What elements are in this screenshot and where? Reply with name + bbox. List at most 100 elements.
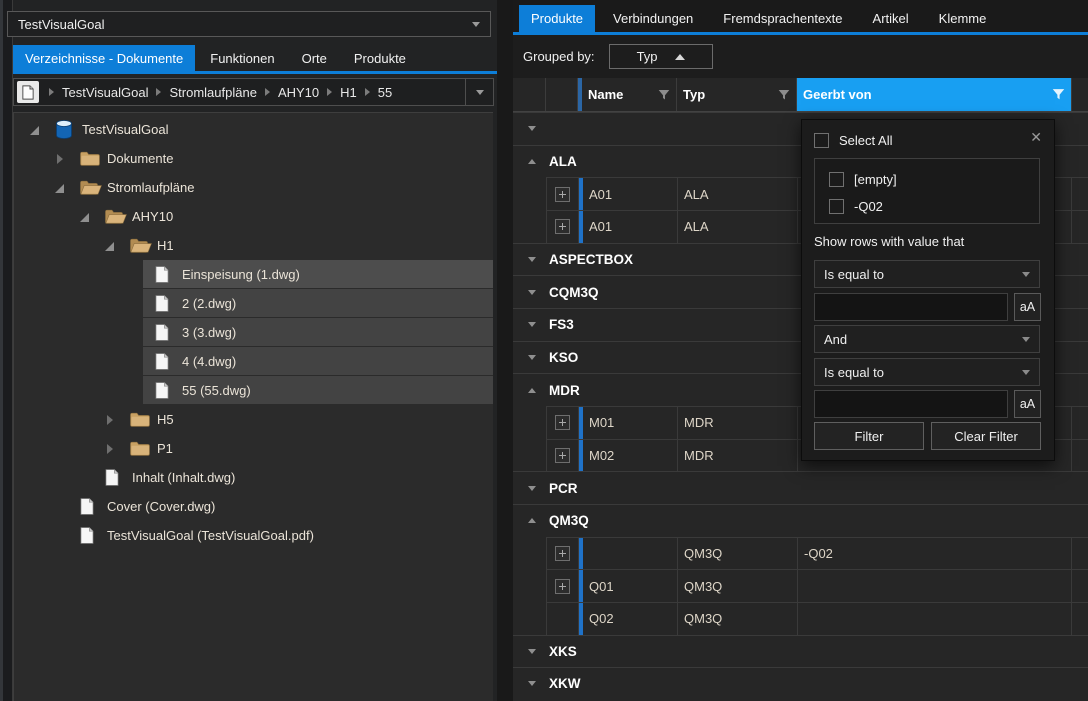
breadcrumb-separator-icon [265,88,270,96]
tree-item-stromlaufpläne[interactable]: Stromlaufpläne [14,173,493,202]
breadcrumb-document-button[interactable] [17,81,39,103]
column-header-geerbt-von[interactable]: Geerbt von [797,78,1071,111]
close-icon[interactable]: ✕ [1027,127,1045,147]
tree-expander-icon[interactable] [54,182,66,194]
checkbox-icon[interactable] [814,133,829,148]
match-case-button-1[interactable]: aA [1014,293,1041,321]
expand-cell [547,603,579,635]
filter-active-icon[interactable] [1052,88,1065,101]
filter-button[interactable]: Filter [814,422,924,450]
tree-expander-icon[interactable] [54,153,66,165]
row-expand-button[interactable] [555,415,570,430]
filter-prompt: Show rows with value that [814,234,964,249]
tree-expander-icon[interactable] [104,414,116,426]
group-expand-icon[interactable] [528,322,536,327]
group-row-pcr[interactable]: PCR [513,471,1088,504]
table-row[interactable]: Q01QM3Q [546,569,1088,602]
tree-item-4-4-dwg[interactable]: 4 (4.dwg) [14,347,493,376]
filter-value-empty[interactable]: [empty] [829,166,1039,193]
tab-verzeichnisse-dokumente[interactable]: Verzeichnisse - Dokumente [13,45,195,71]
group-collapse-icon[interactable] [528,159,536,164]
group-row-xks[interactable]: XKS [513,635,1088,668]
filter-icon[interactable] [778,89,790,101]
tree-expander-icon[interactable] [29,124,41,136]
breadcrumb-dropdown-button[interactable] [465,79,493,105]
tree-expander-icon[interactable] [79,211,91,223]
tab-produkte[interactable]: Produkte [519,5,595,32]
tree-item-ahy10[interactable]: AHY10 [14,202,493,231]
row-expand-button[interactable] [555,546,570,561]
breadcrumb-item-ahy10[interactable]: AHY10 [278,85,319,100]
tree-expander-icon[interactable] [104,443,116,455]
group-collapse-icon[interactable] [528,388,536,393]
clear-filter-button[interactable]: Clear Filter [931,422,1041,450]
tree-item-2-2-dwg[interactable]: 2 (2.dwg) [14,289,493,318]
cell-typ: QM3Q [678,603,798,635]
tab-fremdsprachentexte[interactable]: Fremdsprachentexte [711,5,854,32]
breadcrumb-item-h1[interactable]: H1 [340,85,357,100]
chevron-down-icon [1022,337,1030,342]
project-selector[interactable]: TestVisualGoal [7,11,491,37]
tab-artikel[interactable]: Artikel [861,5,921,32]
condition-select-1[interactable]: Is equal to [814,260,1040,288]
filter-value-input-2[interactable] [814,390,1008,418]
tree-expander-icon[interactable] [104,240,116,252]
tree-item-h5[interactable]: H5 [14,405,493,434]
table-row[interactable]: QM3Q-Q02 [546,537,1088,570]
tab-orte[interactable]: Orte [290,45,339,71]
group-expand-icon[interactable] [528,649,536,654]
tab-produkte[interactable]: Produkte [342,45,418,71]
group-label: QM3Q [549,513,589,528]
cell-name [579,538,678,570]
filter-value-q02[interactable]: -Q02 [829,193,1039,220]
tree-item-cover-cover-dwg[interactable]: Cover (Cover.dwg) [14,492,493,521]
group-collapse-icon[interactable] [528,518,536,523]
tree-item-55-55-dwg[interactable]: 55 (55.dwg) [14,376,493,405]
group-expand-icon[interactable] [528,290,536,295]
group-row-qm3q[interactable]: QM3Q [513,504,1088,537]
group-row-xkw[interactable]: XKW [513,667,1088,700]
match-case-button-2[interactable]: aA [1014,390,1041,418]
tree-item-p1[interactable]: P1 [14,434,493,463]
group-expand-icon[interactable] [528,681,536,686]
group-expand-icon[interactable] [528,126,536,131]
condition-select-2[interactable]: Is equal to [814,358,1040,386]
group-expand-icon[interactable] [528,257,536,262]
operator-select[interactable]: And [814,325,1040,353]
tree-item-dokumente[interactable]: Dokumente [14,144,493,173]
checkbox-icon[interactable] [829,199,844,214]
group-expand-icon[interactable] [528,486,536,491]
breadcrumb-item-55[interactable]: 55 [378,85,392,100]
column-header-typ[interactable]: Typ [677,78,797,111]
tab-klemme[interactable]: Klemme [927,5,999,32]
filter-icon[interactable] [658,89,670,101]
column-header-name[interactable]: Name [578,78,677,111]
panel-left-border [0,0,13,701]
tree-item-label: Cover (Cover.dwg) [107,499,215,514]
row-expand-button[interactable] [555,448,570,463]
row-expand-button[interactable] [555,579,570,594]
group-expand-icon[interactable] [528,355,536,360]
filter-value-input-1[interactable] [814,293,1008,321]
chevron-down-icon[interactable] [472,22,480,27]
cell-typ: ALA [678,211,798,243]
checkbox-icon[interactable] [829,172,844,187]
tree-item-inhalt-inhalt-dwg[interactable]: Inhalt (Inhalt.dwg) [14,463,493,492]
tree-item-einspeisung-1-dwg[interactable]: Einspeisung (1.dwg) [14,260,493,289]
tab-funktionen[interactable]: Funktionen [198,45,286,71]
row-expand-button[interactable] [555,187,570,202]
group-by-selector[interactable]: Typ [609,44,713,69]
cell-typ: MDR [678,407,798,439]
tab-verbindungen[interactable]: Verbindungen [601,5,705,32]
breadcrumb-separator-icon [327,88,332,96]
tree-item-h1[interactable]: H1 [14,231,493,260]
breadcrumb-item-testvisualgoal[interactable]: TestVisualGoal [62,85,148,100]
tree-item-3-3-dwg[interactable]: 3 (3.dwg) [14,318,493,347]
row-expand-button[interactable] [555,219,570,234]
table-row[interactable]: Q02QM3Q [546,602,1088,635]
filter-value-label: [empty] [854,172,897,187]
document-icon [80,526,102,546]
breadcrumb-item-stromlaufpläne[interactable]: Stromlaufpläne [169,85,256,100]
tree-item-testvisualgoal-testvisualgoal-pdf[interactable]: TestVisualGoal (TestVisualGoal.pdf) [14,521,493,550]
tree-item-testvisualgoal[interactable]: TestVisualGoal [14,115,493,144]
